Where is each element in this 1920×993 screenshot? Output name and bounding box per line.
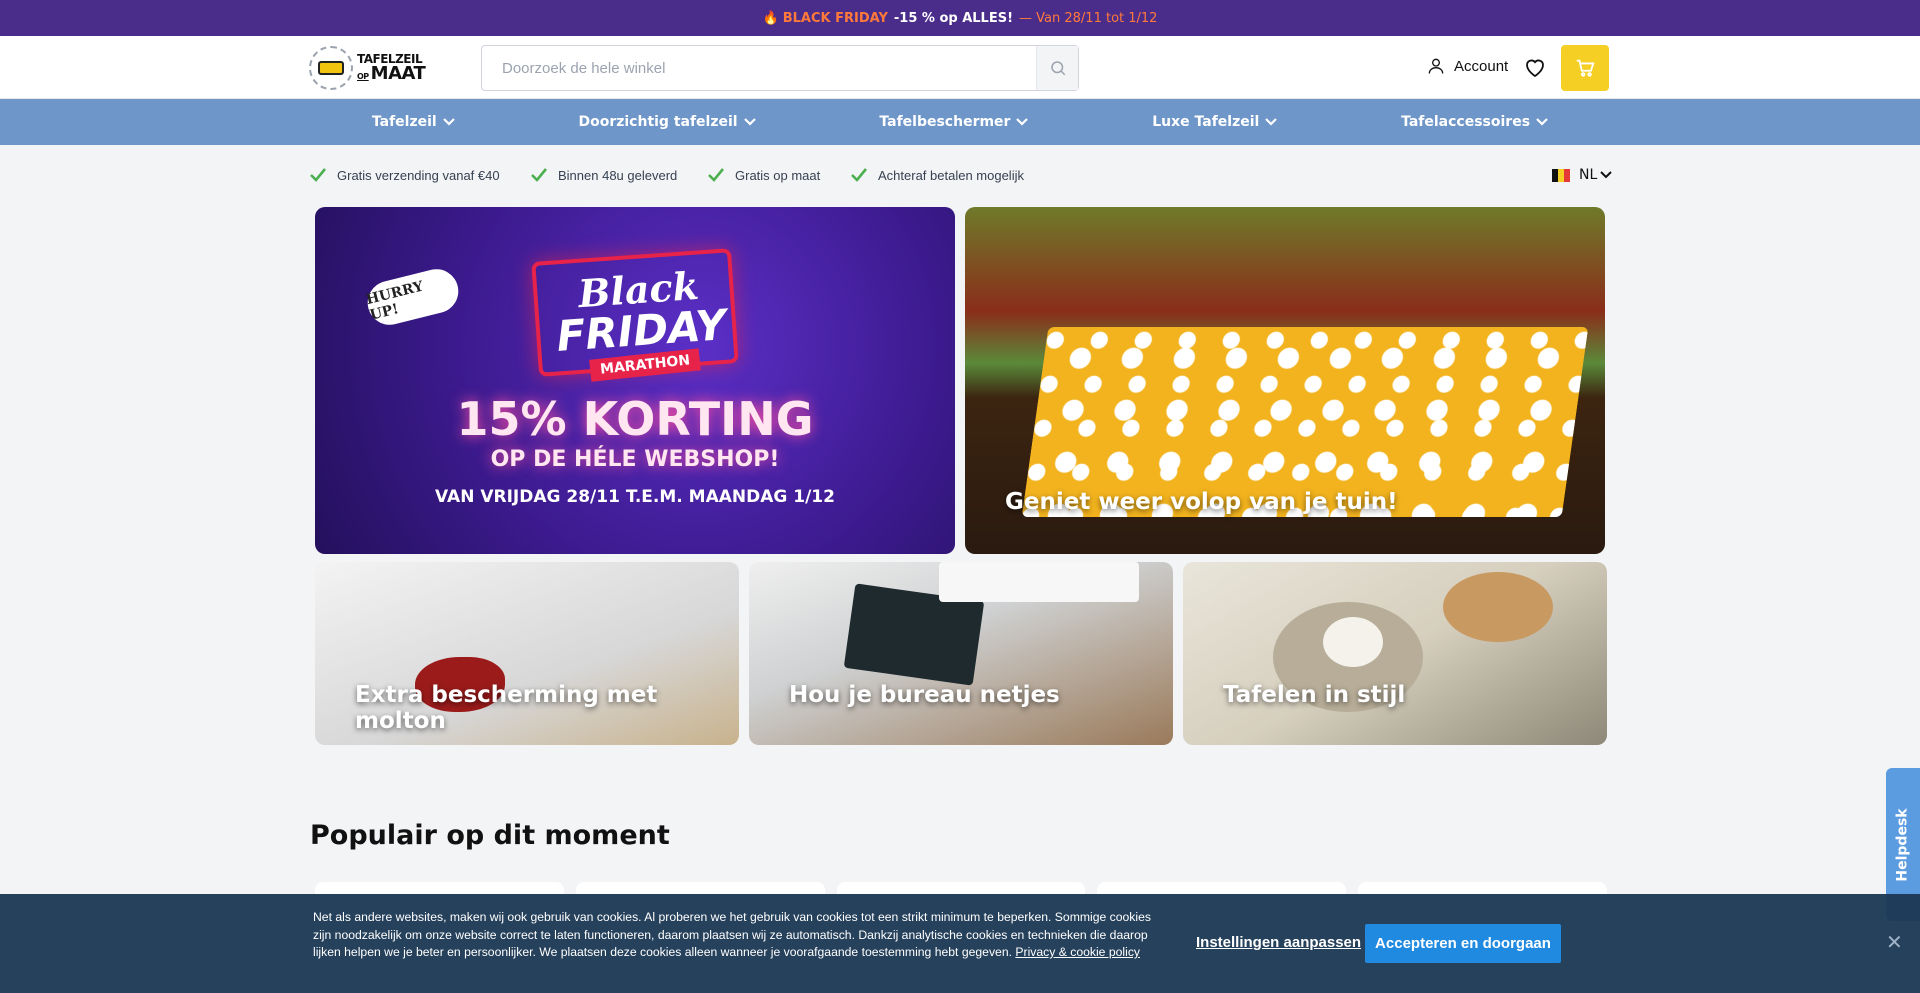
main-nav: Tafelzeil Doorzichtig tafelzeil Tafelbes… [0, 99, 1920, 145]
garden-banner[interactable]: Geniet weer volop van je tuin! [965, 207, 1605, 554]
bowl-image [1323, 617, 1383, 667]
chevron-down-icon [743, 118, 756, 126]
nav-item-doorzichtig-tafelzeil[interactable]: Doorzichtig tafelzeil [578, 114, 756, 130]
site-logo[interactable]: TAFELZEIL OP MAAT [309, 45, 431, 91]
chevron-down-icon [442, 118, 455, 126]
cookie-banner: Net als andere websites, maken wij ook g… [0, 894, 1920, 993]
helpdesk-label: Helpdesk [1895, 807, 1912, 882]
search-bar [481, 45, 1079, 91]
molton-banner[interactable]: Extra bescherming met molton [315, 562, 739, 745]
accept-cookies-button[interactable]: Accepteren en doorgaan [1365, 924, 1561, 963]
promo-label: BLACK FRIDAY [782, 10, 888, 26]
logo-op: OP [357, 72, 369, 81]
language-label: NL [1579, 167, 1598, 183]
usp-bar: Gratis verzending vanaf €40 Binnen 48u g… [0, 145, 1920, 205]
discount-headline: 15% KORTING [456, 392, 814, 446]
check-icon [531, 168, 548, 182]
chevron-down-icon [1265, 118, 1278, 126]
search-button[interactable] [1036, 46, 1078, 90]
banner-caption: Extra bescherming met molton [355, 682, 658, 734]
dining-banner[interactable]: Tafelen in stijl [1183, 562, 1607, 745]
banner-caption: Geniet weer volop van je tuin! [1005, 489, 1398, 515]
search-input[interactable] [482, 46, 1036, 90]
close-icon[interactable]: ✕ [1886, 930, 1903, 954]
nav-item-tafelbeschermer[interactable]: Tafelbeschermer [879, 114, 1029, 130]
banner-caption: Tafelen in stijl [1223, 682, 1406, 708]
account-label: Account [1454, 57, 1509, 75]
banner-caption: Hou je bureau netjes [789, 682, 1060, 708]
flame-icon: 🔥 [762, 10, 779, 26]
chevron-down-icon [1536, 118, 1548, 126]
black-friday-title: Black FRIDAY [555, 262, 728, 361]
cookie-text: Net als andere websites, maken wij ook g… [313, 910, 1151, 959]
belgium-flag-icon [1552, 168, 1570, 182]
chevron-down-icon [1016, 118, 1029, 126]
user-icon [1428, 58, 1444, 74]
nav-item-luxe-tafelzeil[interactable]: Luxe Tafelzeil [1152, 114, 1278, 130]
check-icon [310, 168, 327, 182]
cookie-settings-link[interactable]: Instellingen aanpassen [1196, 934, 1361, 951]
discount-dates: VAN VRIJDAG 28/11 T.E.M. MAANDAG 1/12 [435, 487, 835, 507]
desk-banner[interactable]: Hou je bureau netjes [749, 562, 1173, 745]
chevron-down-icon [1600, 171, 1612, 179]
bread-image [1443, 572, 1553, 642]
wishlist-button[interactable] [1523, 56, 1547, 82]
usp-item: Gratis op maat [707, 167, 820, 183]
check-icon [851, 168, 868, 182]
heart-icon [1526, 59, 1544, 78]
cart-button[interactable] [1561, 45, 1609, 91]
keyboard-image [939, 562, 1139, 602]
nav-item-tafelaccessoires[interactable]: Tafelaccessoires [1401, 114, 1548, 130]
black-friday-banner[interactable]: HURRY UP! Black FRIDAY MARATHON 15% KORT… [315, 207, 955, 554]
usp-item: Gratis verzending vanaf €40 [309, 167, 500, 183]
promo-dates: — Van 28/11 tot 1/12 [1019, 10, 1158, 26]
usp-item: Achteraf betalen mogelijk [850, 167, 1024, 183]
account-link[interactable]: Account [1426, 56, 1508, 76]
nav-item-tafelzeil[interactable]: Tafelzeil [372, 114, 455, 130]
promo-offer: -15 % op ALLES! [893, 10, 1014, 26]
usp-item: Binnen 48u geleverd [530, 167, 677, 183]
search-icon [1050, 61, 1065, 76]
logo-line2: MAAT [370, 63, 426, 84]
cart-icon [1576, 59, 1595, 77]
table-logo-icon [309, 46, 353, 90]
site-header: TAFELZEIL OPMAAT Account [0, 36, 1920, 99]
privacy-policy-link[interactable]: Privacy & cookie policy [1015, 945, 1140, 959]
language-switcher[interactable]: NL [1552, 167, 1612, 183]
hurry-up-badge: HURRY UP! [363, 264, 463, 330]
discount-subtitle: OP DE HÉLE WEBSHOP! [490, 447, 780, 472]
check-icon [708, 168, 725, 182]
promo-bar[interactable]: 🔥 BLACK FRIDAY -15 % op ALLES! — Van 28/… [0, 0, 1920, 36]
popular-section-title: Populair op dit moment [310, 820, 670, 851]
